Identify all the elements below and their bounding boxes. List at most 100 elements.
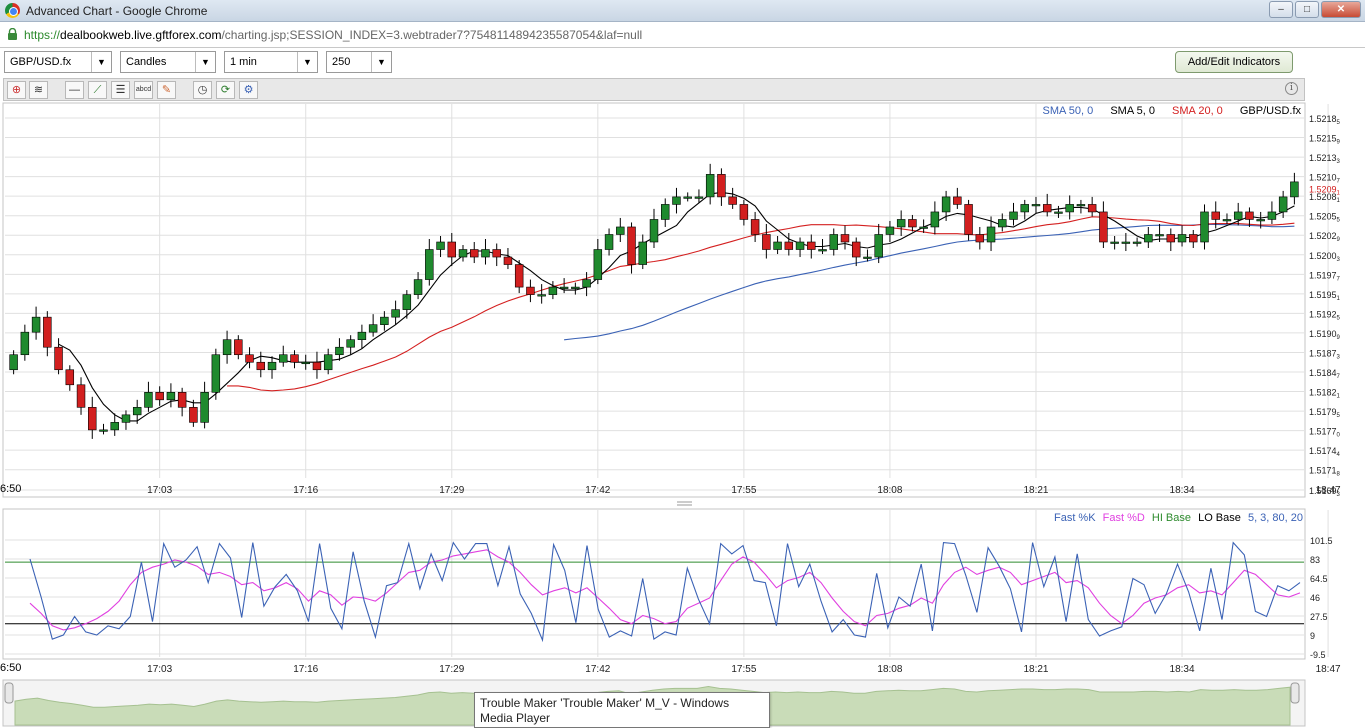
candle-up bbox=[391, 309, 400, 318]
price-tick-suffix: 7 bbox=[1337, 374, 1341, 380]
osc-time-tick-label: 17:55 bbox=[731, 664, 756, 675]
legend-sma5: SMA 5, 0 bbox=[1110, 105, 1155, 117]
legend-params: 5, 3, 80, 20 bbox=[1247, 512, 1303, 524]
candle-down bbox=[503, 256, 513, 265]
price-axis: 1.521851.521591.521331.521071.520811.520… bbox=[1309, 114, 1341, 498]
candle-up bbox=[1144, 234, 1153, 243]
price-panel-frame bbox=[2, 102, 1306, 498]
oscillator-axis: 101.5 83 64.5 46 27.5 9 -9.5 bbox=[1310, 536, 1333, 660]
candle-up bbox=[571, 286, 580, 289]
candle-up bbox=[941, 196, 951, 213]
candle-up bbox=[267, 361, 277, 371]
candle-down bbox=[717, 174, 726, 198]
candle-up bbox=[1009, 211, 1018, 220]
candle-down bbox=[1245, 211, 1254, 220]
candle-up bbox=[323, 354, 333, 371]
price-tick-label: 1.51873 bbox=[1309, 348, 1341, 360]
candle-up bbox=[132, 407, 142, 416]
price-tick-suffix: 1 bbox=[1337, 296, 1341, 302]
candle-up bbox=[559, 286, 569, 289]
candle-up bbox=[301, 361, 310, 365]
legend-symbol: GBP/USD.fx bbox=[1239, 105, 1301, 117]
candle-up bbox=[930, 211, 940, 228]
price-tick-suffix: 4 bbox=[1337, 452, 1341, 458]
price-tick-label: 1.51821 bbox=[1309, 388, 1341, 400]
candle-up bbox=[661, 204, 670, 220]
candle-down bbox=[526, 286, 535, 295]
price-tick-suffix: 9 bbox=[1337, 140, 1341, 146]
price-tick-label: 1.51744 bbox=[1309, 446, 1341, 458]
candle-up bbox=[919, 226, 928, 229]
candle-up bbox=[998, 219, 1007, 228]
candle-up bbox=[683, 196, 692, 199]
candle-up bbox=[1278, 196, 1288, 213]
price-tick-label: 1.51977 bbox=[1309, 270, 1341, 282]
candle-down bbox=[953, 196, 962, 205]
candle-down bbox=[851, 241, 861, 258]
price-tick-label: 1.52159 bbox=[1309, 134, 1341, 146]
price-tick-suffix: 3 bbox=[1337, 354, 1341, 360]
price-tick-suffix: 8 bbox=[1337, 472, 1341, 478]
candle-up bbox=[380, 316, 389, 325]
taskbar-tooltip: Trouble Maker 'Trouble Maker' M_V - Wind… bbox=[474, 692, 770, 728]
navigator-left-handle[interactable] bbox=[4, 682, 14, 704]
candle-up bbox=[1110, 241, 1119, 244]
candle-down bbox=[1166, 234, 1176, 243]
candle-up bbox=[548, 286, 558, 295]
price-tick-suffix: 5 bbox=[1337, 315, 1341, 321]
candle-down bbox=[492, 249, 501, 258]
partial-time-label-osc: 6:50 bbox=[0, 662, 22, 674]
candle-up bbox=[1256, 219, 1265, 222]
oscillator-time-axis: 17:03 17:16 17:29 17:42 17:55 18:08 18:21 18:34… bbox=[147, 664, 1341, 675]
candle-down bbox=[627, 226, 636, 265]
candle-up bbox=[31, 316, 41, 333]
candle-up bbox=[795, 241, 805, 250]
candle-up bbox=[885, 226, 895, 235]
legend-fast-d: Fast %D bbox=[1102, 512, 1145, 524]
osc-tick-label: 101.5 bbox=[1310, 536, 1333, 546]
candle-up bbox=[481, 249, 490, 258]
osc-time-tick-label: 18:08 bbox=[877, 664, 902, 675]
candle-up bbox=[1121, 241, 1131, 244]
candle-down bbox=[312, 361, 322, 371]
candle-up bbox=[1132, 241, 1142, 244]
candle-up bbox=[413, 279, 423, 295]
candle-up bbox=[649, 219, 659, 243]
navigator-right-handle[interactable] bbox=[1290, 682, 1300, 704]
osc-time-tick-label: 17:03 bbox=[147, 664, 172, 675]
price-tick-suffix: 1 bbox=[1337, 394, 1341, 400]
osc-time-tick-label: 17:42 bbox=[585, 664, 610, 675]
time-tick-label: 18:34 bbox=[1170, 485, 1195, 496]
candle-up bbox=[1290, 181, 1299, 198]
osc-tick-label: -9.5 bbox=[1310, 650, 1326, 660]
candle-down bbox=[1087, 204, 1097, 213]
candle-up bbox=[211, 354, 221, 393]
candle-up bbox=[121, 414, 131, 423]
legend-sma20: SMA 20, 0 bbox=[1172, 105, 1223, 117]
candle-up bbox=[593, 249, 603, 280]
candle-up bbox=[1065, 204, 1074, 213]
candle-up bbox=[425, 249, 434, 280]
candle-up bbox=[616, 226, 625, 235]
price-tick-label: 1.51925 bbox=[1309, 309, 1341, 321]
candle-up bbox=[99, 429, 108, 432]
time-tick-label: 18:08 bbox=[877, 485, 902, 496]
candle-up bbox=[672, 196, 681, 205]
price-tick-suffix: 1 bbox=[1337, 198, 1341, 204]
candle-down bbox=[65, 369, 75, 386]
candle-up bbox=[1233, 211, 1243, 220]
candle-down bbox=[43, 316, 52, 348]
candle-down bbox=[189, 407, 198, 423]
candle-up bbox=[279, 354, 288, 363]
candle-up bbox=[1155, 234, 1164, 237]
price-tick-suffix: 0 bbox=[1337, 433, 1341, 439]
price-tick-label: 1.51795 bbox=[1309, 407, 1341, 419]
price-tick-suffix: 5 bbox=[1337, 413, 1341, 419]
candle-up bbox=[863, 256, 872, 259]
price-tick-suffix: 7 bbox=[1337, 179, 1341, 185]
price-tick-label: 1.51909 bbox=[1309, 329, 1341, 341]
candle-down bbox=[54, 346, 63, 371]
candle-up bbox=[458, 249, 468, 258]
candle-up bbox=[166, 392, 176, 401]
candle-up bbox=[829, 234, 838, 250]
